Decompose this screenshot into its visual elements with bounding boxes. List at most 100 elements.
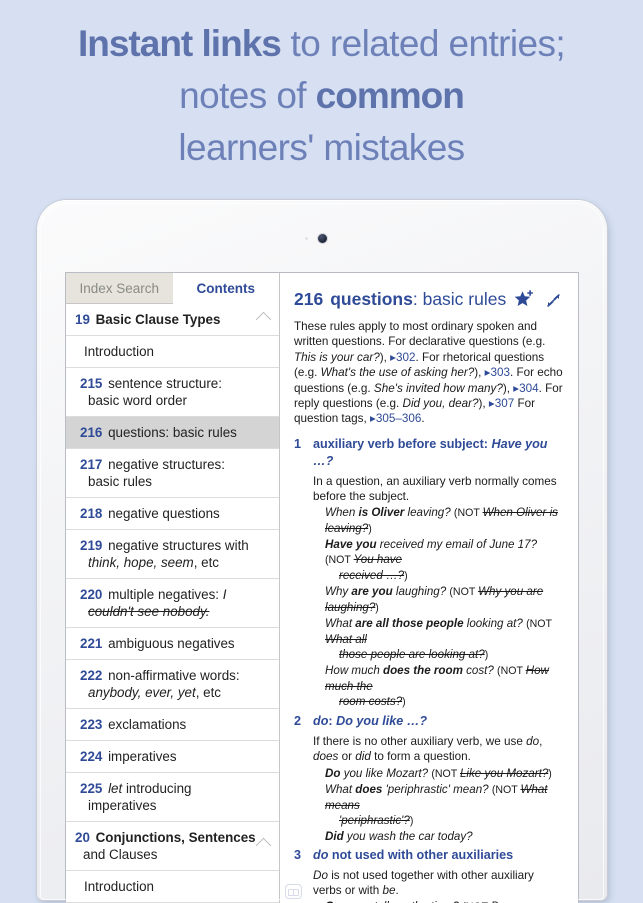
incorrect-example: You have bbox=[353, 553, 403, 567]
section-number: 2 bbox=[294, 714, 302, 729]
toc-item-219[interactable]: 219 negative structures with think, hope,… bbox=[66, 530, 279, 579]
toc-item-label: Basic Clause Types bbox=[95, 312, 221, 327]
section-heading: 1 auxiliary verb before subject: Have you… bbox=[294, 436, 564, 470]
toc-item-label: exclamations bbox=[108, 717, 187, 732]
toc-item-number: 218 bbox=[80, 506, 103, 521]
entry-header: 216 questions: basic rules bbox=[294, 283, 564, 319]
section-2: 2 do: Do you like …? If there is no other … bbox=[294, 713, 564, 843]
toc-item-label: imperatives bbox=[108, 749, 177, 764]
example-sentence: Did you wash the car today? bbox=[325, 829, 473, 843]
section-number: 3 bbox=[294, 847, 302, 862]
example-sentence: What does 'periphrastic' mean? (NOT What… bbox=[325, 782, 548, 827]
sidebar-tabbar: Index Search Contents bbox=[66, 273, 279, 304]
incorrect-example-cont: 'periphrastic'? bbox=[339, 813, 410, 827]
marketing-headline: Instant links to related entries; notes … bbox=[0, 0, 643, 174]
toc-item-introduction[interactable]: Introduction bbox=[66, 336, 279, 368]
toc-item-number: 223 bbox=[80, 717, 103, 732]
toc-item-215[interactable]: 215 sentence structure: basic word order bbox=[66, 368, 279, 417]
toc-item-cont-italic: anybody, ever, yet bbox=[88, 685, 196, 700]
example-sentence: What are all those people looking at? (N… bbox=[325, 617, 552, 662]
cross-reference[interactable]: ▸304 bbox=[513, 382, 538, 395]
headline-bold-1: Instant links bbox=[77, 23, 282, 64]
toc-item-cont-tail: , etc bbox=[193, 555, 220, 570]
toc-item-number: 224 bbox=[80, 749, 103, 764]
incorrect-example: Like you Mozart? bbox=[459, 766, 549, 780]
toc-item-label-italic: let bbox=[108, 781, 123, 796]
toc-item-strikethrough: couldn't see nobody. bbox=[88, 604, 210, 619]
toc-item-222[interactable]: 222 non-affirmative words: anybody, ever,… bbox=[66, 660, 279, 709]
incorrect-example-cont: received …? bbox=[339, 569, 405, 583]
cross-reference[interactable]: ▸303 bbox=[485, 366, 510, 379]
example-sentence: When is Oliver leaving? (NOT When Oliver… bbox=[325, 506, 558, 536]
toc-item-221[interactable]: 221 ambiguous negatives bbox=[66, 628, 279, 660]
table-of-contents[interactable]: 19 Basic Clause Types Introduction 215 sen… bbox=[66, 304, 279, 903]
cross-reference[interactable]: ▸302 bbox=[390, 351, 415, 364]
example-sentence: Can you tell me the time? (NOT Do you ca… bbox=[313, 899, 564, 903]
section-explanation: Do is not used together with other auxil… bbox=[313, 868, 534, 897]
toc-item-label: questions: basic rules bbox=[108, 425, 237, 440]
tab-index-search[interactable]: Index Search bbox=[66, 273, 173, 304]
toc-item-19[interactable]: 19 Basic Clause Types bbox=[66, 304, 279, 336]
section-body: In a question, an auxiliary verb normall… bbox=[294, 474, 564, 710]
sensor-dot bbox=[305, 237, 308, 240]
toc-item-label: non-affirmative words: bbox=[108, 668, 240, 683]
toc-item-225[interactable]: 225 let introducing imperatives bbox=[66, 773, 279, 822]
toc-item-224[interactable]: 224 imperatives bbox=[66, 741, 279, 773]
example-sentence: Have you received my email of June 17? (… bbox=[325, 538, 538, 583]
section-title: do: Do you like …? bbox=[313, 714, 428, 729]
cross-reference[interactable]: ▸307 bbox=[489, 397, 514, 410]
example-sentence: Do you like Mozart? (NOT Like you Mozart… bbox=[325, 766, 552, 780]
section-title: do not used with other auxiliaries bbox=[313, 847, 514, 862]
toc-item-223[interactable]: 223 exclamations bbox=[66, 709, 279, 741]
toc-item-220[interactable]: 220 multiple negatives: Icouldn't see no… bbox=[66, 579, 279, 628]
toc-item-label: Introduction bbox=[84, 344, 154, 359]
toc-item-introduction[interactable]: Introduction bbox=[66, 871, 279, 903]
sidebar: Index Search Contents 19 Basic Clause Ty… bbox=[66, 273, 280, 903]
tab-contents[interactable]: Contents bbox=[172, 273, 279, 304]
expand-arrows-icon[interactable] bbox=[543, 290, 564, 311]
toc-item-218[interactable]: 218 negative questions bbox=[66, 498, 279, 530]
tablet-device: Index Search Contents 19 Basic Clause Ty… bbox=[37, 200, 607, 903]
toc-item-label-em: I bbox=[222, 587, 227, 602]
toc-item-216[interactable]: 216 questions: basic rules bbox=[66, 417, 279, 449]
keyboard-icon[interactable] bbox=[285, 884, 302, 899]
toc-item-20[interactable]: 20 Conjunctions, Sentences and Clauses bbox=[66, 822, 279, 871]
toc-item-number: 216 bbox=[80, 425, 103, 440]
entry-actions bbox=[512, 288, 564, 311]
section-3: 3 do not used with other auxiliaries Do is… bbox=[294, 847, 564, 903]
toc-item-number: 219 bbox=[80, 538, 103, 553]
headline-bold-2: common bbox=[315, 75, 465, 116]
headline-rest-1: to related entries; bbox=[280, 23, 566, 64]
toc-item-label: negative structures with bbox=[108, 538, 249, 553]
toc-item-217[interactable]: 217 negative structures: basic rules bbox=[66, 449, 279, 498]
toc-item-label: introducing bbox=[122, 781, 192, 796]
incorrect-example: What all bbox=[325, 633, 367, 647]
headline-line-3: learners' mistakes bbox=[178, 127, 465, 168]
cross-reference[interactable]: ▸305–306 bbox=[370, 412, 421, 425]
chevron-up-icon[interactable] bbox=[255, 311, 272, 327]
section-explanation: In a question, an auxiliary verb normall… bbox=[313, 474, 557, 504]
entry-number: 216 bbox=[294, 289, 324, 309]
section-body: If there is no other auxiliary verb, we … bbox=[294, 734, 564, 843]
entry-subtitle: : basic rules bbox=[412, 289, 507, 309]
section-heading: 2 do: Do you like …? bbox=[294, 713, 564, 730]
section-1: 1 auxiliary verb before subject: Have you… bbox=[294, 436, 564, 710]
entry-title: 216 questions: basic rules bbox=[294, 288, 512, 310]
toc-item-cont: imperatives bbox=[88, 798, 157, 813]
chevron-up-icon[interactable] bbox=[255, 837, 272, 854]
example-sentence: Why are you laughing? (NOT Why you are l… bbox=[325, 585, 544, 615]
toc-item-number: 221 bbox=[80, 636, 103, 651]
app-screen: Index Search Contents 19 Basic Clause Ty… bbox=[66, 273, 578, 903]
entry-sections: 1 auxiliary verb before subject: Have you… bbox=[294, 436, 564, 903]
star-plus-icon[interactable] bbox=[512, 289, 536, 311]
toc-item-number: 215 bbox=[80, 376, 103, 391]
entry-intro-paragraph: These rules apply to most ordinary spoke… bbox=[294, 320, 563, 426]
section-heading: 3 do not used with other auxiliaries bbox=[294, 847, 564, 864]
toc-item-cont: basic word order bbox=[88, 393, 187, 408]
toc-item-cont: and Clauses bbox=[83, 847, 158, 862]
toc-item-label: ambiguous negatives bbox=[108, 636, 235, 651]
headline-line-2: notes of common bbox=[34, 70, 609, 122]
section-title: auxiliary verb before subject: Have you … bbox=[313, 436, 548, 468]
incorrect-example-cont: room costs? bbox=[339, 695, 403, 709]
headline-pre-2: notes of bbox=[179, 75, 316, 116]
